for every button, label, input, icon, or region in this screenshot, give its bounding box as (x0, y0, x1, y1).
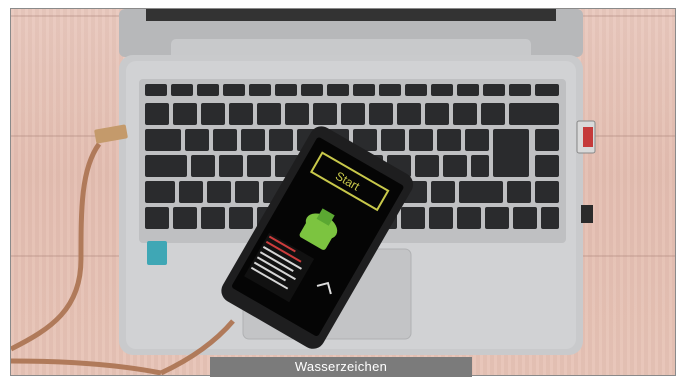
intel-sticker (147, 241, 167, 265)
laptop-illustration: Start (11, 9, 596, 375)
watermark-label: Wasserzeichen (210, 357, 472, 377)
product-photo: Start (10, 8, 676, 376)
side-port (581, 205, 593, 223)
laptop-screen-edge (146, 9, 556, 21)
usb-cable-left (11, 142, 102, 352)
